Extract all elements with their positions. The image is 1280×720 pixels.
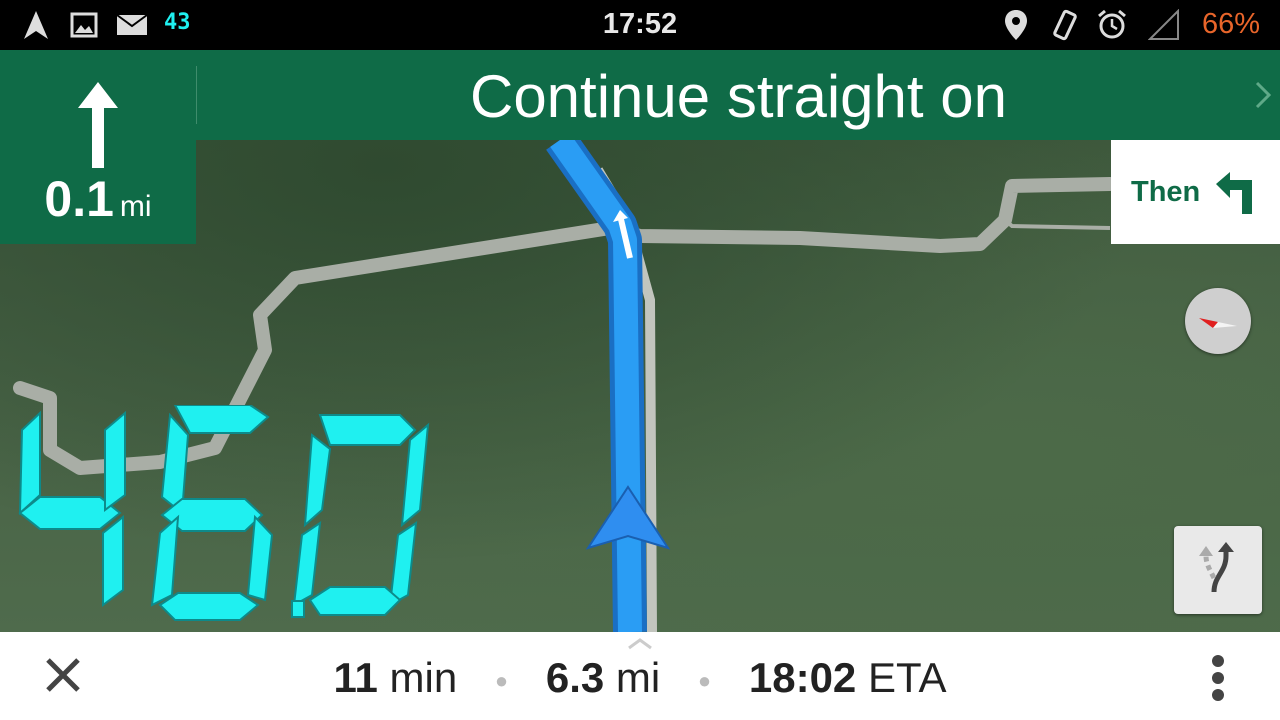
straight-arrow-icon [78,82,118,168]
more-options-icon[interactable] [1205,654,1231,702]
turn-left-icon [1216,172,1252,214]
duration-unit: min [389,654,458,701]
location-pin-icon [1005,10,1027,40]
compass-button[interactable] [1185,288,1251,354]
trip-distance-value: 6.3 [545,654,605,701]
maneuver-box[interactable]: 0.1 mi [0,50,196,244]
instruction-text[interactable]: Continue straight on [197,50,1280,140]
compass-icon [1199,318,1237,328]
trip-summary-bar[interactable]: 11 min ● 6.3 mi ● 18:02 ETA [0,632,1280,720]
chevron-up-icon[interactable] [626,636,654,650]
speedometer [18,405,430,621]
then-label: Then [1131,176,1201,208]
separator-dot: ● [494,667,509,693]
eta-value: 18:02 [748,654,857,701]
vibrate-icon [1053,9,1077,41]
separator-dot: ● [697,667,712,693]
signal-icon [1148,9,1179,40]
distance-value: 0.1 [44,171,114,227]
route-fork-icon [1199,542,1234,593]
duration-value: 11 [333,654,378,701]
alternate-routes-button[interactable] [1174,526,1262,614]
battery-level: 66% [1201,8,1260,40]
distance-unit: mi [119,190,152,223]
trip-distance-unit: mi [615,654,661,701]
eta-label: ETA [867,654,947,701]
trip-summary: 11 min ● 6.3 mi ● 18:02 ETA [0,654,1280,702]
next-maneuver-box[interactable]: Then [1111,140,1280,244]
alarm-icon [1098,9,1126,39]
maneuver-distance: 0.1 mi [0,170,196,228]
status-bar: 43 17:52 66% [0,0,1280,50]
clock: 17:52 [602,8,678,40]
chevron-right-icon[interactable] [1254,80,1272,110]
